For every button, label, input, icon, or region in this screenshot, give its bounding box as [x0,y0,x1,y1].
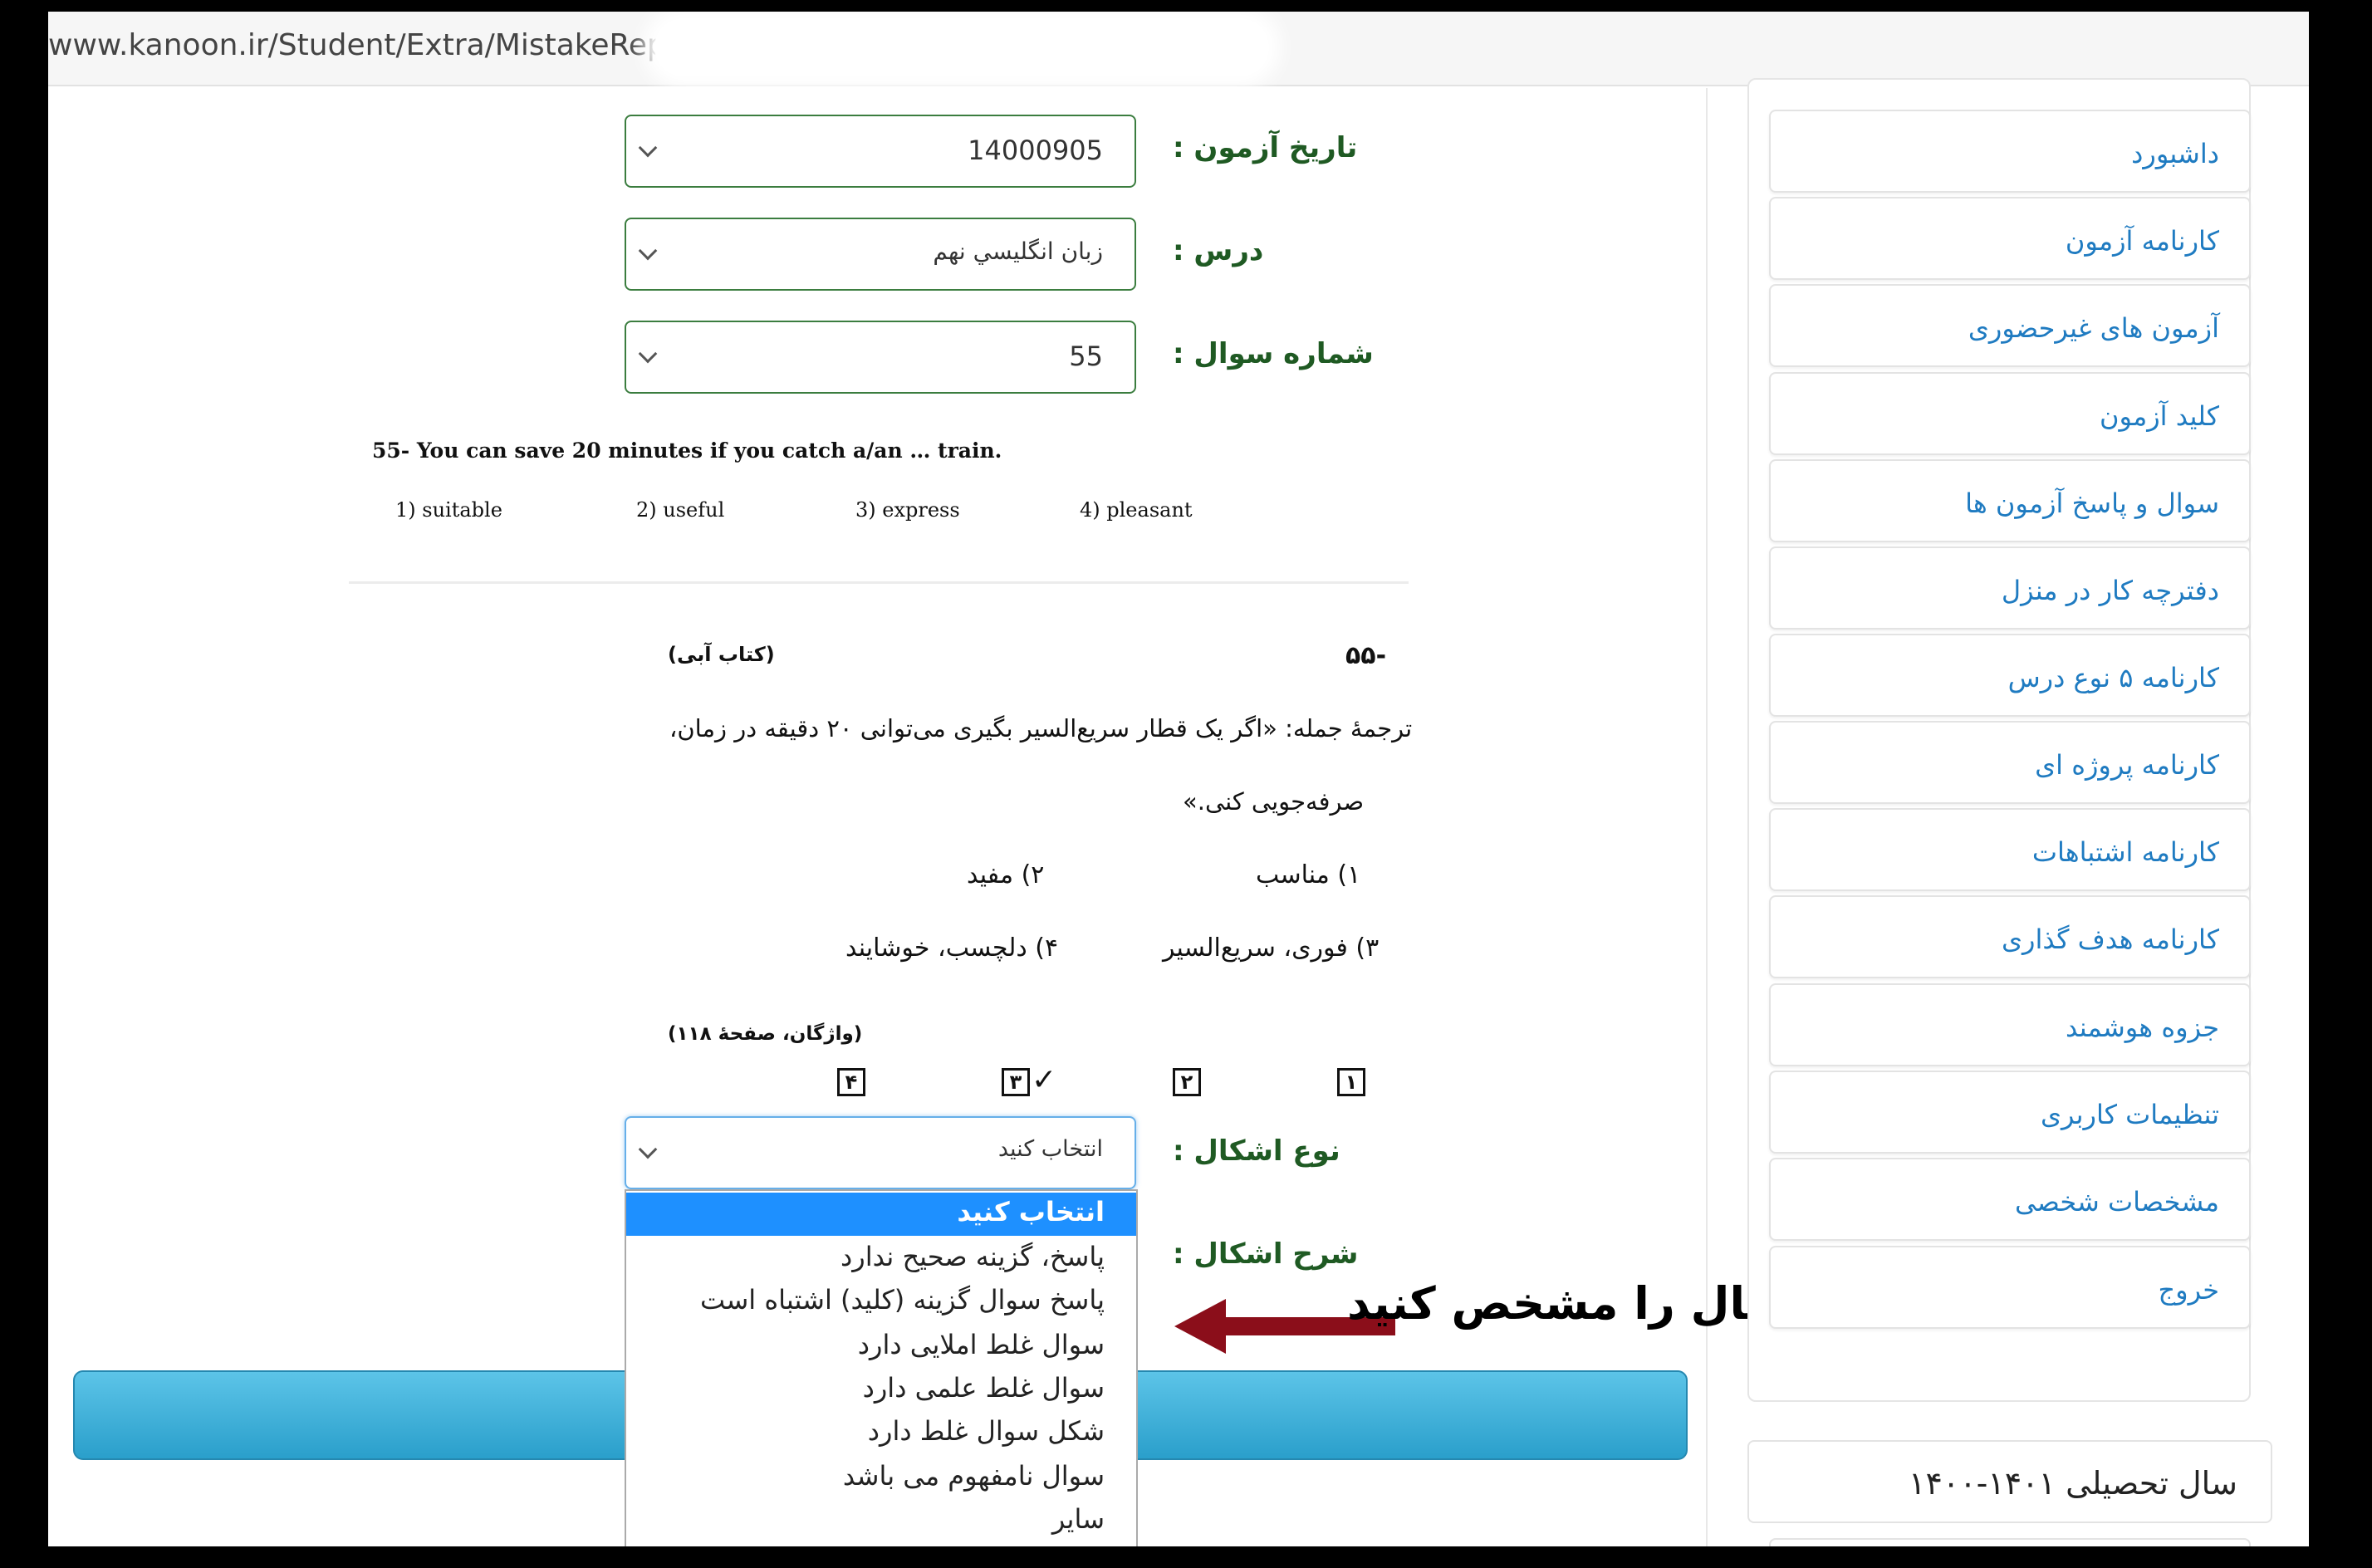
dropdown-option-ambiguous[interactable]: سوال نامفهوم می باشد [843,1460,1105,1492]
sidebar-item-logout[interactable]: خروج [1769,1246,2251,1329]
sidebar-item-mistakes-report[interactable]: کارنامه اشتباهات [1769,808,2251,891]
exam-date-label: تاریخ آزمون : [1173,131,1358,164]
question-number-label: شماره سوال : [1173,337,1374,370]
key-box-3: ۳ [1002,1068,1030,1096]
academic-year-text: سال تحصیلی ۱۴۰۱-۱۴۰۰ [1909,1465,2237,1502]
blurred-region [654,18,1269,76]
sidebar-item-questions-answers[interactable]: سوال و پاسخ آزمون ها [1769,459,2251,542]
subject-select[interactable]: زبان انگليسي نهم [625,218,1136,291]
question-number-select[interactable]: 55 [625,321,1136,394]
sidebar-item-label: آزمون های غیرحضوری [1968,312,2219,344]
dropdown-option-other[interactable]: سایر [1052,1503,1105,1535]
question-option-2: 2) useful [636,498,725,522]
question-option-3: 3) express [855,498,960,522]
answer-option-3: ۳) فوری، سریع‌السیر [1163,933,1380,963]
sidebar-item-online-exams[interactable]: آزمون های غیرحضوری [1769,284,2251,367]
address-bar[interactable]: www.kanoon.ir/Student/Extra/MistakeRepor… [48,12,2309,86]
academic-year-panel[interactable]: سال تحصیلی ۱۴۰۱-۱۴۰۰ [1747,1440,2272,1523]
key-box-1: ۱ [1337,1068,1365,1096]
academic-year-item[interactable] [1769,1538,2251,1546]
answer-translation-line2: صرفه‌جویی کنی.» [1183,787,1365,816]
chevron-down-icon [638,1139,658,1159]
question-number-value: 55 [1069,341,1103,372]
key-box-4: ۴ [837,1068,865,1096]
sidebar-item-label: دفترچه کار در منزل [2001,575,2219,606]
sidebar-item-label: جزوه هوشمند [2066,1012,2219,1043]
sidebar-item-label: کلید آزمون [2100,400,2219,432]
sidebar-item-goals-report[interactable]: کارنامه هدف گذاری [1769,895,2251,978]
sidebar-item-five-subject-report[interactable]: کارنامه ۵ نوع درس [1769,634,2251,717]
sidebar-item-personal-info[interactable]: مشخصات شخصی [1769,1158,2251,1241]
sidebar-item-exam-key[interactable]: کلید آزمون [1769,372,2251,455]
subject-value: زبان انگليسي نهم [933,238,1103,265]
check-icon: ✓ [1032,1063,1057,1097]
sidebar-item-label: داشبورد [2131,138,2219,169]
sidebar-item-project-report[interactable]: کارنامه پروژه ای [1769,721,2251,804]
sidebar-item-user-settings[interactable]: تنظیمات کاربری [1769,1071,2251,1154]
answer-source: (کتاب آبی) [668,643,775,666]
url-text[interactable]: www.kanoon.ir/Student/Extra/MistakeRepor… [48,28,708,62]
mistake-type-select[interactable]: انتخاب کنید [625,1116,1136,1189]
answer-reference: (واژگان، صفحهٔ ۱۱۸) [668,1023,863,1045]
mistake-type-dropdown[interactable]: انتخاب کنید پاسخ، گزینه صحیح ندارد پاسخ … [625,1189,1138,1546]
sidebar-item-homework-booklet[interactable]: دفترچه کار در منزل [1769,546,2251,630]
sidebar-item-label: کارنامه پروژه ای [2035,749,2219,781]
subject-label: درس : [1173,234,1264,267]
answer-option-2: ۲) مفید [967,860,1045,889]
dropdown-option-spelling-error[interactable]: سوال غلط املایی دارد [858,1329,1105,1360]
chevron-down-icon [638,138,658,158]
sidebar-item-dashboard[interactable]: داشبورد [1769,110,2251,193]
sidebar-item-label: کارنامه اشتباهات [2031,836,2219,868]
mistake-type-value: انتخاب کنید [997,1136,1103,1162]
mistake-type-label: نوع اشکال : [1173,1134,1340,1168]
mistake-description-label: شرح اشکال : [1173,1237,1359,1271]
chevron-down-icon [638,344,658,364]
answer-translation-line1: ترجمهٔ جمله: «اگر یک قطار سریع‌السیر بگی… [669,714,1413,742]
dropdown-option-wrong-key[interactable]: پاسخ سوال گزینه (کلید) اشتباه است [700,1284,1105,1316]
exam-date-select[interactable]: 14000905 [625,115,1136,188]
sidebar-item-label: سوال و پاسخ آزمون ها [1965,488,2219,519]
sidebar-item-label: کارنامه ۵ نوع درس [2007,662,2219,693]
question-option-4: 4) pleasant [1080,498,1193,522]
sidebar-item-label: خروج [2158,1274,2219,1306]
sidebar-item-label: تنظیمات کاربری [2040,1099,2219,1130]
browser-window: www.kanoon.ir/Student/Extra/MistakeRepor… [48,12,2309,1546]
sidebar-item-label: کارنامه هدف گذاری [2002,924,2219,955]
divider [349,581,1409,584]
sidebar-item-label: مشخصات شخصی [2014,1186,2219,1218]
exam-date-value: 14000905 [968,135,1103,166]
chevron-down-icon [638,241,658,261]
dropdown-option-scientific-error[interactable]: سوال غلط علمی دارد [863,1372,1105,1404]
question-option-1: 1) suitable [395,498,502,522]
key-box-2: ۲ [1173,1068,1201,1096]
answer-option-4: ۴) دلچسب، خوشایند [845,933,1059,963]
sidebar-item-smart-booklet[interactable]: جزوه هوشمند [1769,983,2251,1066]
answer-number: -۵۵ [1345,641,1387,670]
dropdown-option-wrong-figure[interactable]: شکل سوال غلط دارد [868,1415,1105,1447]
sidebar-item-exam-report[interactable]: کارنامه آزمون [1769,197,2251,280]
question-stem: 55- You can save 20 minutes if you catch… [372,439,1002,463]
sidebar-item-label: کارنامه آزمون [2065,225,2219,257]
answer-option-1: ۱) مناسب [1256,860,1361,889]
dropdown-option-no-correct-answer[interactable]: پاسخ، گزینه صحیح ندارد [840,1241,1105,1272]
dropdown-option-select[interactable]: انتخاب کنید [957,1196,1105,1227]
